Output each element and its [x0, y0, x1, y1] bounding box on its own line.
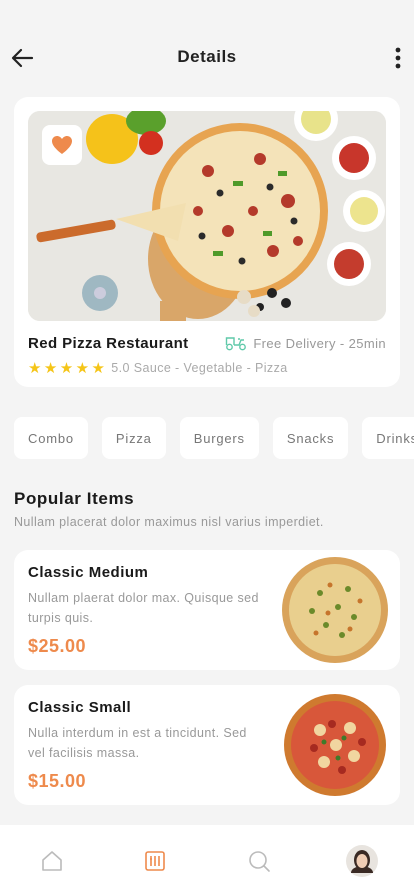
restaurant-hero-image: [28, 111, 386, 321]
item-description: Nulla interdum in est a tincidunt. Sed v…: [28, 726, 247, 760]
star-icon: ★: [28, 360, 42, 377]
star-icon: ★: [75, 360, 90, 377]
item-name: Classic Small: [28, 699, 132, 716]
category-chips: Combo Pizza Burgers Snacks Drinks: [14, 417, 414, 459]
favorite-button[interactable]: [42, 125, 82, 165]
heart-icon: [52, 136, 72, 154]
profile-avatar: [346, 844, 379, 877]
chip-drinks[interactable]: Drinks: [362, 417, 414, 459]
page-title: Details: [177, 47, 237, 66]
item-price: $25.00: [28, 636, 87, 656]
item-price: $15.00: [28, 771, 87, 791]
menu-item-card[interactable]: Classic Small Nulla interdum in est a ti…: [14, 685, 400, 805]
chip-burgers[interactable]: Burgers: [179, 417, 259, 459]
nav-profile[interactable]: [342, 841, 382, 881]
chip-snacks[interactable]: Snacks: [272, 417, 349, 459]
delivery-text: Free Delivery - 25min: [253, 335, 386, 351]
section-subtitle: Nullam placerat dolor maximus nisl variu…: [14, 515, 324, 529]
more-options-icon[interactable]: [390, 45, 406, 71]
item-description: Nullam plaerat dolor max. Quisque sed tu…: [28, 591, 259, 625]
home-icon: [41, 850, 62, 871]
star-icon: ★: [43, 360, 58, 377]
star-icon: ★: [91, 360, 106, 377]
bottom-nav: [0, 825, 414, 896]
nav-home[interactable]: [32, 841, 72, 881]
nav-search[interactable]: [239, 841, 279, 881]
rating-meta: 5.0 Sauce - Vegetable - Pizza: [111, 361, 288, 375]
rating-row: ★ ★ ★ ★ ★ 5.0 Sauce - Vegetable - Pizza: [28, 359, 288, 377]
section-title: Popular Items: [14, 489, 135, 508]
delivery-scooter-icon: [226, 337, 247, 351]
restaurant-card: Red Pizza Restaurant Free Delivery - 25m…: [14, 97, 400, 387]
search-icon: [248, 850, 270, 872]
chip-pizza[interactable]: Pizza: [101, 417, 166, 459]
menu-icon: [145, 850, 166, 871]
restaurant-name: Red Pizza Restaurant: [28, 335, 189, 352]
nav-menu[interactable]: [135, 841, 175, 881]
star-icon: ★: [59, 360, 74, 377]
item-name: Classic Medium: [28, 564, 149, 581]
item-image: [280, 690, 390, 800]
item-image: [280, 555, 390, 665]
header: Details: [0, 0, 414, 100]
menu-item-card[interactable]: Classic Medium Nullam plaerat dolor max.…: [14, 550, 400, 670]
chip-combo[interactable]: Combo: [14, 417, 88, 459]
delivery-info: Free Delivery - 25min: [225, 335, 386, 351]
